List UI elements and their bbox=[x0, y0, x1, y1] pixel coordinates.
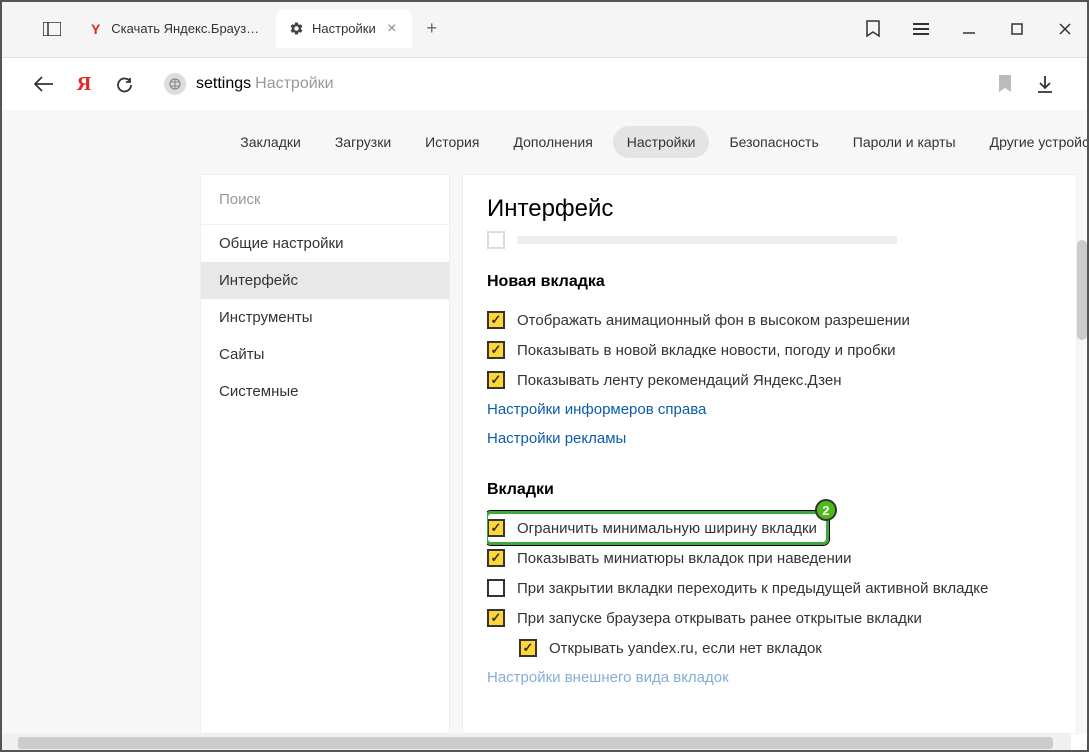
checkbox-icon[interactable] bbox=[487, 371, 505, 389]
url-main: settings bbox=[196, 75, 251, 93]
topnav-other-devices[interactable]: Другие устройс bbox=[976, 126, 1089, 158]
truncated-option-row bbox=[487, 231, 1076, 249]
tab-yandex-download[interactable]: Y Скачать Яндекс.Браузер д bbox=[76, 10, 276, 48]
titlebar: Y Скачать Яндекс.Браузер д Настройки × + bbox=[0, 0, 1089, 58]
checkbox-icon[interactable] bbox=[487, 311, 505, 329]
topnav-security[interactable]: Безопасность bbox=[715, 126, 832, 158]
section-title-newtab: Новая вкладка bbox=[487, 273, 1076, 291]
tab-favicon-yandex: Y bbox=[88, 21, 103, 37]
tab-title: Настройки bbox=[312, 21, 376, 36]
check-row-thumbnails[interactable]: Показывать миниатюры вкладок при наведен… bbox=[487, 543, 1076, 573]
check-row-restore-tabs[interactable]: При запуске браузера открывать ранее отк… bbox=[487, 603, 1076, 633]
tab-title: Скачать Яндекс.Браузер д bbox=[111, 21, 264, 36]
sidebar-item-interface[interactable]: Интерфейс bbox=[201, 262, 449, 299]
sidebar-item-system[interactable]: Системные bbox=[201, 373, 449, 410]
checkbox-label: Показывать ленту рекомендаций Яндекс.Дзе… bbox=[517, 372, 842, 389]
topnav-passwords[interactable]: Пароли и карты bbox=[839, 126, 970, 158]
check-row-news-weather[interactable]: Показывать в новой вкладке новости, пого… bbox=[487, 335, 1076, 365]
scrollbar-vertical[interactable] bbox=[1077, 240, 1087, 340]
settings-sidebar: Поиск Общие настройки Интерфейс Инструме… bbox=[200, 174, 450, 734]
checkbox-label: Показывать в новой вкладке новости, пого… bbox=[517, 342, 896, 359]
page-title: Интерфейс bbox=[487, 195, 1076, 223]
checkbox-icon[interactable] bbox=[487, 579, 505, 597]
yandex-home-button[interactable]: Я bbox=[64, 64, 104, 104]
topnav-history[interactable]: История bbox=[411, 126, 493, 158]
settings-main: Интерфейс Новая вкладка Отображать анима… bbox=[462, 174, 1077, 734]
check-row-prev-tab[interactable]: При закрытии вкладки переходить к предыд… bbox=[487, 573, 1076, 603]
scrollbar-thumb[interactable] bbox=[18, 737, 1053, 749]
sidebar-item-sites[interactable]: Сайты bbox=[201, 336, 449, 373]
tab-settings[interactable]: Настройки × bbox=[276, 10, 412, 48]
settings-search-input[interactable]: Поиск bbox=[201, 175, 449, 225]
link-ads[interactable]: Настройки рекламы bbox=[487, 424, 1076, 453]
checkbox-icon[interactable] bbox=[519, 639, 537, 657]
topnav-extensions[interactable]: Дополнения bbox=[499, 126, 606, 158]
reader-mode-icon[interactable] bbox=[849, 10, 897, 48]
gear-icon bbox=[288, 21, 304, 37]
checkbox-icon[interactable] bbox=[487, 341, 505, 359]
checkbox-label: Открывать yandex.ru, если нет вкладок bbox=[549, 640, 822, 657]
section-title-tabs: Вкладки bbox=[487, 481, 1076, 499]
checkbox-label: Показывать миниатюры вкладок при наведен… bbox=[517, 550, 852, 567]
check-row-anim-bg[interactable]: Отображать анимационный фон в высоком ра… bbox=[487, 305, 1076, 335]
close-window-button[interactable] bbox=[1041, 10, 1089, 48]
reload-button[interactable] bbox=[104, 64, 144, 104]
checkbox-label: Отображать анимационный фон в высоком ра… bbox=[517, 312, 910, 329]
close-icon[interactable]: × bbox=[384, 21, 400, 37]
checkbox-label: При запуске браузера открывать ранее отк… bbox=[517, 610, 922, 627]
new-tab-button[interactable]: + bbox=[418, 18, 446, 39]
minimize-button[interactable] bbox=[945, 10, 993, 48]
checkbox-label: Ограничить минимальную ширину вкладки bbox=[517, 520, 817, 537]
callout-badge-2: 2 bbox=[815, 499, 837, 521]
maximize-button[interactable] bbox=[993, 10, 1041, 48]
sidebar-item-general[interactable]: Общие настройки bbox=[201, 225, 449, 262]
check-row-open-yandex[interactable]: Открывать yandex.ru, если нет вкладок bbox=[519, 633, 1076, 663]
checkbox-icon[interactable] bbox=[487, 549, 505, 567]
url-rest: Настройки bbox=[255, 75, 333, 93]
bookmark-icon[interactable] bbox=[985, 64, 1025, 104]
address-bar: Я settings Настройки bbox=[0, 58, 1089, 110]
site-identity-icon bbox=[164, 73, 186, 95]
topnav-settings[interactable]: Настройки bbox=[613, 126, 710, 158]
link-informers[interactable]: Настройки информеров справа bbox=[487, 395, 1076, 424]
check-row-zen[interactable]: Показывать ленту рекомендаций Яндекс.Дзе… bbox=[487, 365, 1076, 395]
back-button[interactable] bbox=[24, 64, 64, 104]
checkbox-icon[interactable] bbox=[487, 609, 505, 627]
scrollbar-horizontal[interactable] bbox=[0, 734, 1071, 752]
settings-topnav: Закладки Загрузки История Дополнения Нас… bbox=[0, 110, 1089, 174]
downloads-icon[interactable] bbox=[1025, 64, 1065, 104]
panel-toggle-button[interactable] bbox=[28, 10, 76, 48]
topnav-downloads[interactable]: Загрузки bbox=[321, 126, 405, 158]
link-tabs-appearance[interactable]: Настройки внешнего вида вкладок bbox=[487, 663, 1076, 692]
topnav-bookmarks[interactable]: Закладки bbox=[226, 126, 315, 158]
url-input[interactable]: settings Настройки bbox=[152, 64, 977, 104]
checkbox-icon[interactable] bbox=[487, 519, 505, 537]
checkbox-label: При закрытии вкладки переходить к предыд… bbox=[517, 580, 988, 597]
page-content: Закладки Загрузки История Дополнения Нас… bbox=[0, 110, 1089, 734]
menu-icon[interactable] bbox=[897, 10, 945, 48]
check-row-min-width[interactable]: Ограничить минимальную ширину вкладки 2 bbox=[487, 513, 827, 543]
sidebar-item-tools[interactable]: Инструменты bbox=[201, 299, 449, 336]
